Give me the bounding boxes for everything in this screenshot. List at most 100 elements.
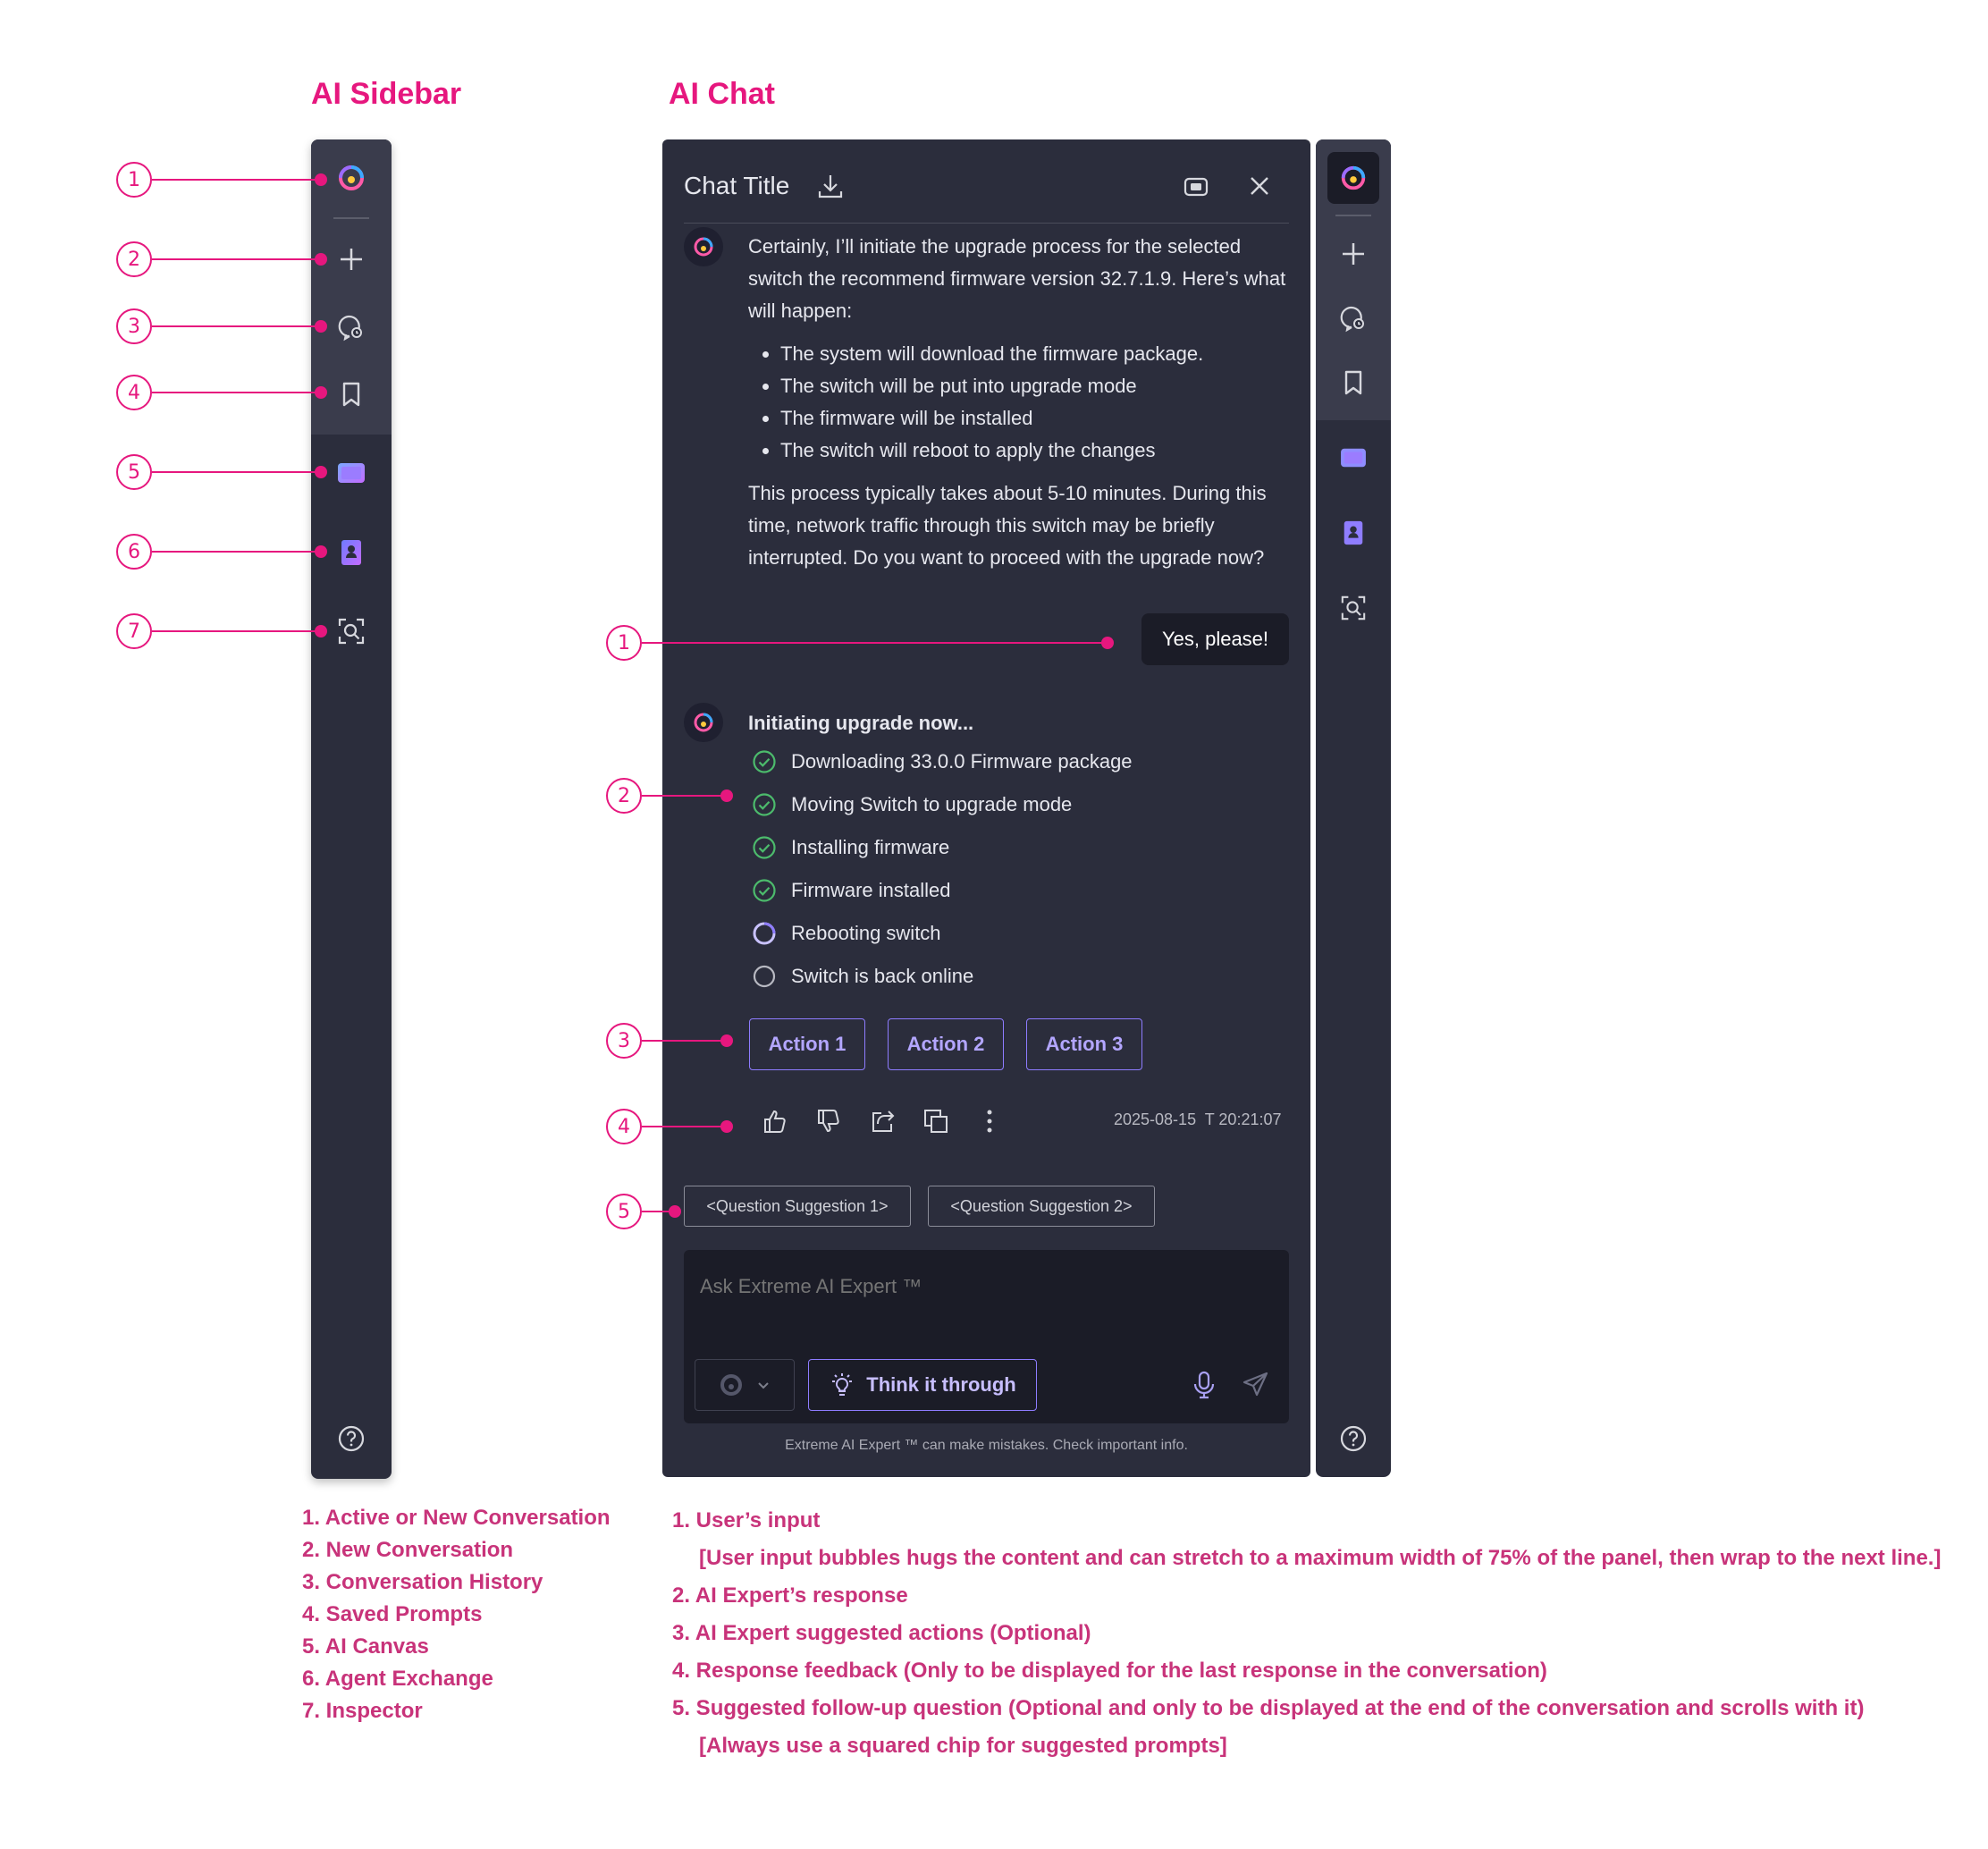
action-2-button[interactable]: Action 2 bbox=[888, 1018, 1004, 1070]
chat-panel: Chat Title Certainly, I’ll initiate the … bbox=[662, 139, 1310, 1477]
lightbulb-icon bbox=[832, 1373, 853, 1396]
action-1-button[interactable]: Action 1 bbox=[749, 1018, 865, 1070]
chat-note: 3. AI Expert suggested actions (Optional… bbox=[672, 1621, 1091, 1645]
saved-prompts-button[interactable] bbox=[1334, 363, 1373, 402]
ai-sidebar-attached bbox=[1316, 139, 1391, 1477]
check-circle-icon bbox=[753, 750, 776, 773]
close-button[interactable] bbox=[1247, 173, 1272, 203]
sidebar-note: 1. Active or New Conversation bbox=[302, 1506, 611, 1530]
close-icon bbox=[1251, 177, 1268, 195]
microphone-icon bbox=[1193, 1371, 1215, 1399]
bullet-item: The system will download the firmware pa… bbox=[780, 338, 1281, 370]
model-icon bbox=[720, 1374, 742, 1396]
check-circle-icon bbox=[753, 836, 776, 859]
conversation-history-button[interactable] bbox=[1334, 299, 1373, 338]
chat-note: [User input bubbles hugs the content and… bbox=[699, 1546, 1942, 1570]
help-button[interactable] bbox=[1334, 1419, 1373, 1458]
send-button[interactable] bbox=[1242, 1370, 1270, 1403]
chat-marker-1: 1 bbox=[606, 625, 642, 661]
thumbs-up-button[interactable] bbox=[759, 1105, 791, 1137]
spinner-icon bbox=[753, 922, 776, 945]
bullet-item: The firmware will be installed bbox=[780, 402, 1281, 435]
question-suggestion-chip[interactable]: <Question Suggestion 2> bbox=[928, 1186, 1155, 1227]
sidebar-marker-3: 3 bbox=[116, 308, 152, 344]
thumbs-down-icon bbox=[818, 1110, 839, 1133]
share-icon bbox=[872, 1110, 895, 1132]
think-it-through-label: Think it through bbox=[866, 1373, 1016, 1396]
logo-icon bbox=[694, 237, 713, 257]
minimize-button[interactable] bbox=[1183, 173, 1209, 205]
sidebar-notes: 1. Active or New Conversation 2. New Con… bbox=[302, 1502, 611, 1727]
microphone-button[interactable] bbox=[1190, 1370, 1218, 1405]
bookmark-icon bbox=[1344, 370, 1362, 395]
more-options-button[interactable] bbox=[973, 1105, 1006, 1137]
bookmark-icon bbox=[342, 382, 360, 407]
chat-note: [Always use a squared chip for suggested… bbox=[699, 1734, 1227, 1758]
ai-canvas-button[interactable] bbox=[332, 453, 371, 493]
logo-icon[interactable] bbox=[1327, 152, 1379, 204]
agent-exchange-icon bbox=[1344, 520, 1363, 545]
chat-note: 4. Response feedback (Only to be display… bbox=[672, 1659, 1547, 1683]
sidebar-heading: AI Sidebar bbox=[311, 77, 462, 111]
new-conversation-button[interactable] bbox=[332, 240, 371, 279]
more-icon bbox=[987, 1110, 992, 1133]
history-icon bbox=[1340, 306, 1364, 333]
send-icon bbox=[1242, 1372, 1268, 1397]
logo-icon[interactable] bbox=[332, 158, 371, 198]
canvas-icon bbox=[338, 463, 365, 483]
inspector-button[interactable] bbox=[332, 612, 371, 651]
question-suggestion-chip[interactable]: <Question Suggestion 1> bbox=[684, 1186, 911, 1227]
sidebar-note: 3. Conversation History bbox=[302, 1570, 543, 1594]
canvas-icon bbox=[1341, 448, 1366, 468]
think-it-through-button[interactable]: Think it through bbox=[808, 1359, 1037, 1411]
bullet-item: The switch will reboot to apply the chan… bbox=[780, 435, 1281, 467]
model-selector[interactable] bbox=[695, 1359, 795, 1411]
ai-message-intro: Certainly, I’ll initiate the upgrade pro… bbox=[748, 235, 1286, 322]
header-divider bbox=[684, 223, 1289, 224]
chat-marker-2: 2 bbox=[606, 778, 642, 814]
chat-input[interactable] bbox=[698, 1268, 1274, 1305]
ai-message-bullets: The system will download the firmware pa… bbox=[748, 338, 1281, 467]
copy-button[interactable] bbox=[920, 1105, 952, 1137]
copy-icon bbox=[924, 1110, 948, 1133]
help-icon bbox=[338, 1425, 365, 1452]
share-button[interactable] bbox=[866, 1105, 898, 1137]
chat-note: 2. AI Expert’s response bbox=[672, 1583, 908, 1608]
sidebar-marker-6: 6 bbox=[116, 534, 152, 570]
ai-message-outro: This process typically takes about 5-10 … bbox=[748, 482, 1267, 569]
chevron-down-icon bbox=[758, 1382, 769, 1389]
progress-step: Downloading 33.0.0 Firmware package bbox=[752, 749, 1133, 774]
action-3-button[interactable]: Action 3 bbox=[1026, 1018, 1142, 1070]
chat-note: 1. User’s input bbox=[672, 1508, 821, 1532]
sidebar-marker-4: 4 bbox=[116, 375, 152, 410]
plus-icon bbox=[1343, 243, 1364, 265]
inspector-button[interactable] bbox=[1334, 588, 1373, 628]
thumbs-down-button[interactable] bbox=[813, 1105, 845, 1137]
ai-canvas-button[interactable] bbox=[1334, 438, 1373, 477]
chat-marker-5: 5 bbox=[606, 1194, 642, 1229]
sidebar-marker-5: 5 bbox=[116, 454, 152, 490]
chat-note: 5. Suggested follow-up question (Optiona… bbox=[672, 1696, 1865, 1720]
message-timestamp: 2025-08-15 T 20:21:07 bbox=[1114, 1110, 1282, 1128]
check-circle-icon bbox=[753, 879, 776, 902]
download-button[interactable] bbox=[816, 172, 845, 205]
agent-exchange-button[interactable] bbox=[1334, 513, 1373, 553]
chat-marker-4: 4 bbox=[606, 1109, 642, 1144]
sidebar-marker-1: 1 bbox=[116, 162, 152, 198]
ai-sidebar bbox=[311, 139, 392, 1479]
chat-marker-3: 3 bbox=[606, 1023, 642, 1059]
download-icon bbox=[818, 175, 843, 198]
disclaimer-text: Extreme AI Expert ™ can make mistakes. C… bbox=[785, 1438, 1188, 1453]
saved-prompts-button[interactable] bbox=[332, 375, 371, 414]
new-conversation-button[interactable] bbox=[1334, 234, 1373, 274]
ai-avatar bbox=[684, 703, 723, 742]
ai-avatar bbox=[684, 227, 723, 266]
sidebar-marker-2: 2 bbox=[116, 241, 152, 277]
plus-icon bbox=[341, 249, 362, 270]
conversation-history-button[interactable] bbox=[332, 308, 371, 347]
sidebar-note: 5. AI Canvas bbox=[302, 1634, 429, 1659]
thumbs-up-icon bbox=[764, 1110, 786, 1133]
progress-step: Installing firmware bbox=[752, 835, 949, 860]
help-button[interactable] bbox=[332, 1419, 371, 1458]
agent-exchange-button[interactable] bbox=[332, 533, 371, 572]
